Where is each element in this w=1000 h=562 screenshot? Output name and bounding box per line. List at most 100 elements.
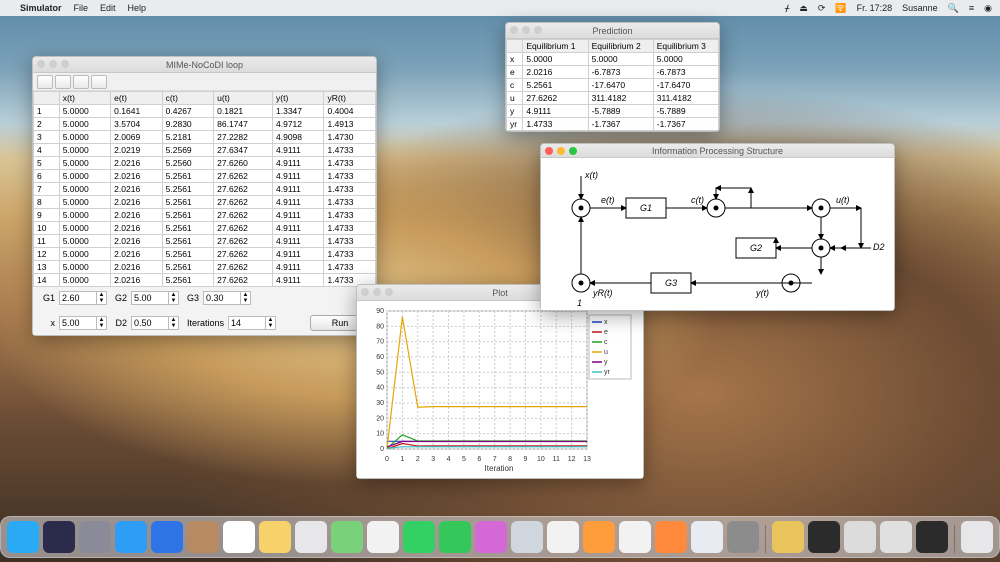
- table-row[interactable]: e2.0216-6.7873-6.7873: [507, 66, 719, 79]
- toolbar-button-2[interactable]: [55, 75, 71, 89]
- svg-text:1: 1: [400, 456, 404, 463]
- table-row[interactable]: yr1.4733-1.7367-1.7367: [507, 118, 719, 131]
- desktop: Simulator File Edit Help ᚋ ⏏ ⟳ 🛜 Fr. 17:…: [0, 0, 1000, 562]
- loop-col-header[interactable]: y(t): [273, 92, 324, 105]
- input-x[interactable]: ▲▼: [59, 316, 107, 330]
- label-g2: G2: [111, 293, 127, 303]
- menubar-extra-2[interactable]: ◉: [984, 3, 992, 14]
- toolbar-button-1[interactable]: [37, 75, 53, 89]
- dock-pages[interactable]: [583, 521, 615, 553]
- pred-col-header[interactable]: [507, 40, 523, 53]
- dock-reminders[interactable]: [295, 521, 327, 553]
- pred-col-header[interactable]: Equilibrium 3: [653, 40, 718, 53]
- dock-preferences[interactable]: [727, 521, 759, 553]
- menu-file[interactable]: File: [74, 3, 89, 13]
- svg-text:e: e: [604, 329, 608, 336]
- dock-finder[interactable]: [7, 521, 39, 553]
- menu-edit[interactable]: Edit: [100, 3, 116, 13]
- dock-xtra2[interactable]: [808, 521, 840, 553]
- table-row[interactable]: c5.2561-17.6470-17.6470: [507, 79, 719, 92]
- dock-numbers[interactable]: [547, 521, 579, 553]
- menu-help[interactable]: Help: [128, 3, 147, 13]
- menubar-app-name[interactable]: Simulator: [20, 3, 62, 13]
- menubar-extra-1[interactable]: ≡: [969, 3, 974, 13]
- dock-siri[interactable]: [43, 521, 75, 553]
- svg-text:60: 60: [376, 354, 384, 361]
- prediction-titlebar[interactable]: Prediction: [506, 23, 719, 39]
- status-icon-3[interactable]: ⟳: [818, 3, 826, 14]
- loop-titlebar[interactable]: MIMe-NoCoDI loop: [33, 57, 376, 73]
- diagram-traffic-lights[interactable]: [545, 147, 577, 155]
- dock-safari[interactable]: [115, 521, 147, 553]
- menubar-clock[interactable]: Fr. 17:28: [857, 3, 893, 13]
- input-g1[interactable]: ▲▼: [59, 291, 107, 305]
- dock-messages[interactable]: [403, 521, 435, 553]
- table-row[interactable]: u27.6262311.4182311.4182: [507, 92, 719, 105]
- input-d2[interactable]: ▲▼: [131, 316, 179, 330]
- dock-mail[interactable]: [151, 521, 183, 553]
- dock-trash[interactable]: [961, 521, 993, 553]
- pred-col-header[interactable]: Equilibrium 1: [523, 40, 588, 53]
- table-row[interactable]: 45.00002.02195.256927.63474.91111.4733: [34, 144, 376, 157]
- status-icon-1[interactable]: ᚋ: [785, 3, 789, 14]
- table-row[interactable]: 145.00002.02165.256127.62624.91111.4733: [34, 274, 376, 287]
- toolbar-button-3[interactable]: [73, 75, 89, 89]
- loop-col-header[interactable]: [34, 92, 60, 105]
- loop-traffic-lights[interactable]: [37, 60, 69, 68]
- dock-launchpad[interactable]: [79, 521, 111, 553]
- dock-facetime[interactable]: [439, 521, 471, 553]
- loop-title: MIMe-NoCoDI loop: [166, 60, 243, 70]
- pred-col-header[interactable]: Equilibrium 2: [588, 40, 653, 53]
- dock-textedit[interactable]: [511, 521, 543, 553]
- table-row[interactable]: y4.9111-5.7889-5.7889: [507, 105, 719, 118]
- svg-text:G2: G2: [750, 243, 762, 253]
- dock-contacts[interactable]: [187, 521, 219, 553]
- dock-calendar[interactable]: [223, 521, 255, 553]
- loop-params: G1 ▲▼ G2 ▲▼ G3 ▲▼ x ▲▼ D2 ▲▼ Iterations …: [33, 287, 376, 335]
- table-row[interactable]: 25.00003.57049.283086.17474.97121.4913: [34, 118, 376, 131]
- loop-col-header[interactable]: x(t): [59, 92, 110, 105]
- diagram-titlebar[interactable]: Information Processing Structure: [541, 144, 894, 158]
- dock-shortcuts[interactable]: [475, 521, 507, 553]
- dock-appstore[interactable]: [691, 521, 723, 553]
- loop-col-header[interactable]: e(t): [111, 92, 162, 105]
- table-row[interactable]: 75.00002.02165.256127.62624.91111.4733: [34, 183, 376, 196]
- table-row[interactable]: x5.00005.00005.0000: [507, 53, 719, 66]
- dock-xtra1[interactable]: [772, 521, 804, 553]
- svg-text:70: 70: [376, 339, 384, 346]
- loop-col-header[interactable]: yR(t): [324, 92, 376, 105]
- dock-notes[interactable]: [259, 521, 291, 553]
- input-g2[interactable]: ▲▼: [131, 291, 179, 305]
- table-row[interactable]: 125.00002.02165.256127.62624.91111.4733: [34, 248, 376, 261]
- wifi-icon[interactable]: 🛜: [835, 3, 846, 14]
- svg-text:c: c: [604, 339, 608, 346]
- dock-xtra4[interactable]: [880, 521, 912, 553]
- dock-xtra5[interactable]: [916, 521, 948, 553]
- table-row[interactable]: 115.00002.02165.256127.62624.91111.4733: [34, 235, 376, 248]
- table-row[interactable]: 35.00002.00695.218127.22824.90981.4730: [34, 131, 376, 144]
- table-row[interactable]: 95.00002.02165.256127.62624.91111.4733: [34, 209, 376, 222]
- dock-ibooks[interactable]: [655, 521, 687, 553]
- loop-col-header[interactable]: u(t): [214, 92, 273, 105]
- toolbar-button-4[interactable]: [91, 75, 107, 89]
- input-g3[interactable]: ▲▼: [203, 291, 251, 305]
- menubar-user[interactable]: Susanne: [902, 3, 938, 13]
- prediction-traffic-lights[interactable]: [510, 26, 542, 34]
- spotlight-icon[interactable]: 🔍: [948, 3, 959, 14]
- svg-text:90: 90: [376, 308, 384, 315]
- table-row[interactable]: 55.00002.02165.256027.62604.91111.4733: [34, 157, 376, 170]
- loop-col-header[interactable]: c(t): [162, 92, 213, 105]
- table-row[interactable]: 65.00002.02165.256127.62624.91111.4733: [34, 170, 376, 183]
- status-icon-2[interactable]: ⏏: [799, 3, 808, 14]
- plot-traffic-lights[interactable]: [361, 288, 393, 296]
- table-row[interactable]: 105.00002.02165.256127.62624.91111.4733: [34, 222, 376, 235]
- table-row[interactable]: 135.00002.02165.256127.62624.91111.4733: [34, 261, 376, 274]
- svg-text:u: u: [604, 349, 608, 356]
- dock-itunes[interactable]: [619, 521, 651, 553]
- table-row[interactable]: 15.00000.16410.42670.18211.33470.4004: [34, 105, 376, 118]
- table-row[interactable]: 85.00002.02165.256127.62624.91111.4733: [34, 196, 376, 209]
- dock-maps[interactable]: [331, 521, 363, 553]
- input-iterations[interactable]: ▲▼: [228, 316, 276, 330]
- dock-xtra3[interactable]: [844, 521, 876, 553]
- dock-photos[interactable]: [367, 521, 399, 553]
